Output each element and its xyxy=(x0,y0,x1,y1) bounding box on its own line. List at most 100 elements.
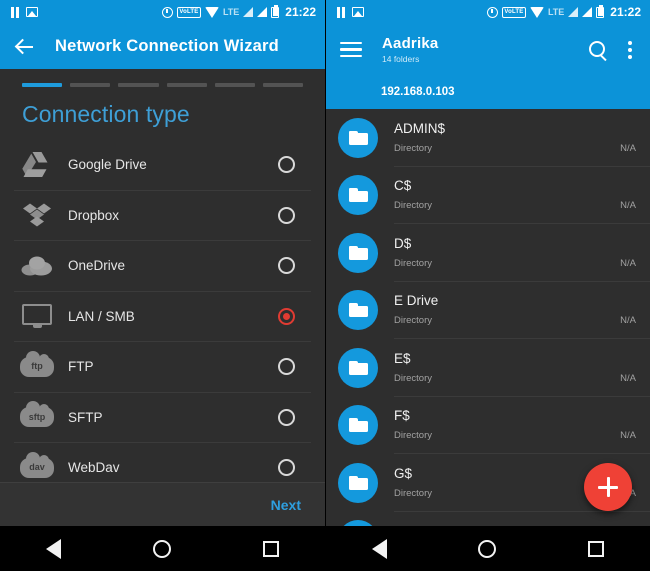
file-meta: Directory N/A xyxy=(394,200,636,211)
nav-home-icon[interactable] xyxy=(153,539,171,558)
wizard-progress-steps xyxy=(0,69,325,87)
photo-icon xyxy=(352,7,364,17)
dav-badge-text: dav xyxy=(29,462,45,473)
webdav-cloud-icon: dav xyxy=(14,451,60,478)
radio-ftp[interactable] xyxy=(278,358,295,376)
list-item-partial[interactable] xyxy=(326,512,650,526)
monitor-icon xyxy=(14,304,60,329)
file-size: N/A xyxy=(620,372,636,384)
lte-label: LTE xyxy=(547,7,565,17)
file-manager-app-bar: Aadrika 14 folders xyxy=(326,24,650,75)
nav-recents-icon[interactable] xyxy=(588,540,605,557)
wifi-icon xyxy=(204,6,219,18)
radio-lan-smb[interactable] xyxy=(278,307,295,325)
add-connection-fab[interactable] xyxy=(584,463,632,511)
file-type: Directory xyxy=(394,372,433,384)
folder-icon xyxy=(338,405,378,446)
nav-home-icon[interactable] xyxy=(478,539,497,558)
file-size: N/A xyxy=(620,430,636,442)
alarm-icon xyxy=(161,6,173,18)
option-label: Dropbox xyxy=(68,207,120,223)
list-item[interactable]: ADMIN$ Directory N/A xyxy=(326,109,650,167)
file-type: Directory xyxy=(394,315,433,327)
file-meta: Directory N/A xyxy=(394,143,636,154)
list-item[interactable]: E$ Directory N/A xyxy=(326,339,650,397)
folder-icon xyxy=(338,347,378,388)
left-phone-screen: VoLTE LTE 21:22 Network Connection Wizar… xyxy=(0,0,325,571)
photo-icon xyxy=(26,7,38,17)
option-label: OneDrive xyxy=(68,258,126,274)
step-indicator-4 xyxy=(166,83,207,87)
battery-icon xyxy=(596,4,605,18)
file-manager-titles: Aadrika 14 folders xyxy=(382,35,588,64)
back-arrow-icon[interactable] xyxy=(14,36,36,58)
android-nav-bar xyxy=(326,526,650,571)
path-text: 192.168.0.103 xyxy=(381,86,455,98)
radio-google-drive[interactable] xyxy=(278,156,295,174)
google-drive-icon xyxy=(14,151,60,178)
wizard-footer: Next xyxy=(0,482,325,526)
list-item[interactable]: E Drive Directory N/A xyxy=(326,282,650,339)
right-phone-screen: VoLTE LTE 21:22 Aadrika 14 folders 192.1… xyxy=(325,0,650,571)
list-item-info: D$ Directory N/A xyxy=(394,224,650,282)
step-indicator-6 xyxy=(262,83,304,87)
radio-webdav[interactable] xyxy=(278,459,295,477)
folder-icon xyxy=(338,462,378,503)
nav-recents-icon[interactable] xyxy=(263,540,279,557)
file-name: D$ xyxy=(394,235,412,251)
option-onedrive[interactable]: OneDrive xyxy=(14,241,311,292)
option-sftp[interactable]: sftp SFTP xyxy=(14,393,311,443)
radio-onedrive[interactable] xyxy=(278,257,295,275)
file-size: N/A xyxy=(620,200,636,212)
list-item[interactable]: F$ Directory N/A xyxy=(326,397,650,454)
file-name: C$ xyxy=(394,178,412,194)
option-label: FTP xyxy=(68,359,94,375)
next-button[interactable]: Next xyxy=(271,497,301,513)
file-size: N/A xyxy=(620,315,636,327)
option-dropbox[interactable]: Dropbox xyxy=(14,191,311,241)
file-meta: Directory N/A xyxy=(394,373,636,384)
search-icon[interactable] xyxy=(588,40,608,60)
connection-type-list: Google Drive Dropbox OneDrive LAN / SMB … xyxy=(0,140,325,494)
status-bar-right-icons: VoLTE LTE 21:22 xyxy=(161,4,316,19)
file-type: Directory xyxy=(394,200,433,212)
dropbox-icon xyxy=(14,202,60,229)
list-item-info: E Drive Directory N/A xyxy=(394,282,650,339)
status-bar-left-icons xyxy=(10,6,38,18)
file-meta: Directory N/A xyxy=(394,315,636,326)
alarm-icon xyxy=(486,6,498,18)
list-item[interactable]: C$ Directory N/A xyxy=(326,167,650,224)
folder-count: 14 folders xyxy=(382,54,420,64)
pause-icon xyxy=(336,6,346,18)
dual-screenshot: VoLTE LTE 21:22 Network Connection Wizar… xyxy=(0,0,650,571)
status-bar-clock: 21:22 xyxy=(610,5,641,19)
option-google-drive[interactable]: Google Drive xyxy=(14,140,311,191)
folder-icon xyxy=(338,175,378,216)
list-item[interactable]: D$ Directory N/A xyxy=(326,224,650,282)
option-ftp[interactable]: ftp FTP xyxy=(14,342,311,393)
page-title: Network Connection Wizard xyxy=(55,37,279,55)
volte-badge: VoLTE xyxy=(501,6,526,18)
radio-sftp[interactable] xyxy=(278,408,295,426)
nav-back-icon[interactable] xyxy=(46,538,61,559)
path-bar: 192.168.0.103 xyxy=(326,75,650,109)
sftp-cloud-icon: sftp xyxy=(14,401,60,428)
nav-back-icon[interactable] xyxy=(371,538,387,559)
file-size: N/A xyxy=(620,142,636,154)
file-name: E$ xyxy=(394,350,411,366)
signal-icon-1 xyxy=(568,7,579,17)
file-type: Directory xyxy=(394,430,433,442)
file-meta: Directory N/A xyxy=(394,430,636,441)
status-bar: VoLTE LTE 21:22 xyxy=(0,0,325,24)
folder-icon xyxy=(338,117,378,158)
hamburger-icon[interactable] xyxy=(340,41,362,58)
volte-badge: VoLTE xyxy=(176,6,201,18)
radio-dropbox[interactable] xyxy=(278,206,295,224)
option-lan-smb[interactable]: LAN / SMB xyxy=(14,292,311,342)
wizard-body: Connection type Google Drive Dropbox One… xyxy=(0,69,325,526)
step-indicator-5 xyxy=(214,83,255,87)
overflow-menu-icon[interactable] xyxy=(628,40,632,59)
option-label: Google Drive xyxy=(68,157,147,173)
file-type: Directory xyxy=(394,487,433,499)
list-item-info: ADMIN$ Directory N/A xyxy=(394,109,650,167)
